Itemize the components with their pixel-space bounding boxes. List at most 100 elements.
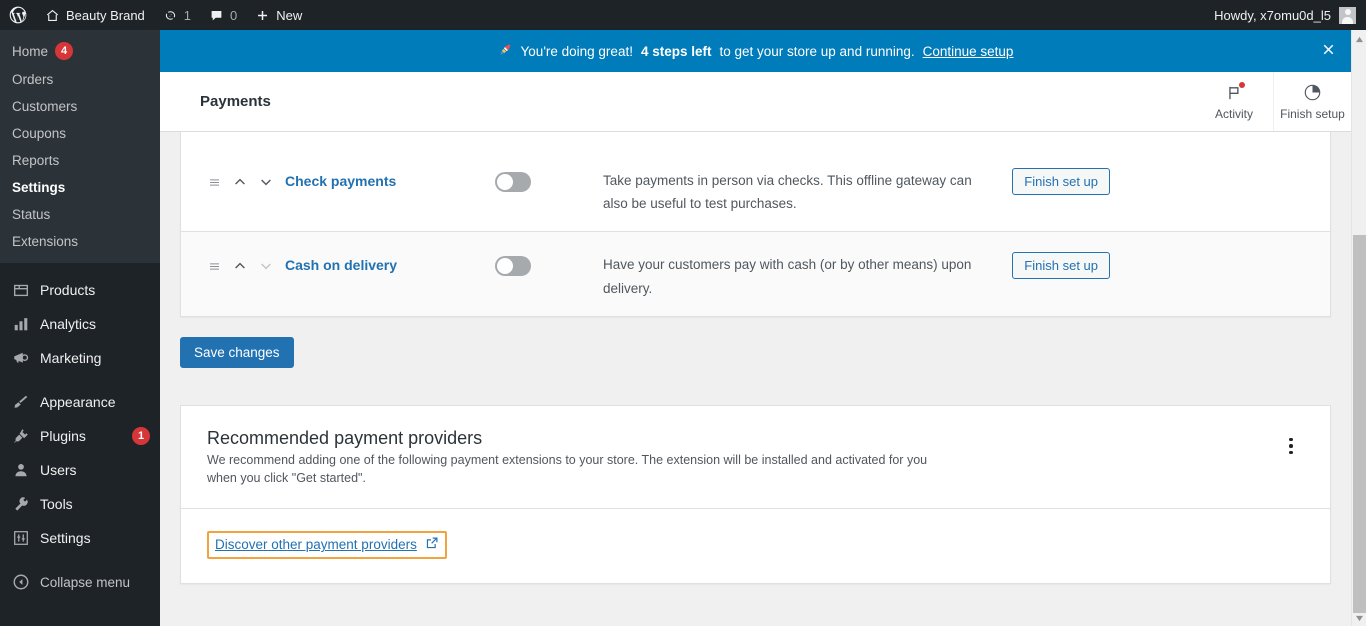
rocket-icon xyxy=(498,42,513,60)
page-header: Payments Activity Finish setup xyxy=(160,72,1351,132)
drag-handle-icon[interactable] xyxy=(207,259,222,274)
megaphone-icon xyxy=(11,348,31,368)
progress-pie-icon xyxy=(1303,83,1322,103)
new-content-menu[interactable]: New xyxy=(246,0,311,30)
howdy-label: Howdy, x7omu0d_l5 xyxy=(1214,7,1331,23)
finish-setup-button[interactable]: Finish setup xyxy=(1273,72,1351,131)
comments-menu[interactable]: 0 xyxy=(200,0,246,30)
flag-icon xyxy=(1225,81,1245,103)
scroll-down-arrow-icon[interactable] xyxy=(1352,611,1366,625)
discover-other-providers-link[interactable]: Discover other payment providers xyxy=(207,531,447,560)
payment-method-description: Take payments in person via checks. This… xyxy=(603,173,972,212)
payment-method-link[interactable]: Check payments xyxy=(285,164,495,189)
scrollbar-thumb[interactable] xyxy=(1353,235,1366,613)
sidebar-item-settings-woocommerce[interactable]: Settings xyxy=(0,174,160,201)
comment-bubble-icon xyxy=(209,8,224,23)
sidebar-item-label: Customers xyxy=(12,99,78,114)
sidebar-item-label: Analytics xyxy=(40,316,97,332)
finish-setup-row-button[interactable]: Finish set up xyxy=(1012,252,1110,280)
recommended-title: Recommended payment providers xyxy=(207,427,483,448)
status-badge: 4 xyxy=(55,42,74,60)
close-icon xyxy=(1320,41,1337,61)
chevron-down-icon[interactable] xyxy=(258,174,274,190)
table-row: Check payments Take payments in person v… xyxy=(181,148,1330,231)
toggle-knob xyxy=(497,174,513,190)
menu-separator xyxy=(0,263,160,273)
more-options-button[interactable] xyxy=(1276,428,1306,488)
sidebar-item-label: Extensions xyxy=(12,234,79,249)
chevron-up-icon[interactable] xyxy=(232,174,248,190)
sidebar-item-settings[interactable]: Settings xyxy=(0,521,160,555)
home-icon xyxy=(45,8,60,23)
updates-icon xyxy=(163,8,178,23)
toggle-knob xyxy=(497,258,513,275)
drag-handle-icon[interactable] xyxy=(207,175,222,190)
woocommerce-submenu: Home 4 Orders Customers Coupons Reports … xyxy=(0,30,160,263)
recommended-card-text: Recommended payment providers We recomme… xyxy=(207,428,1276,488)
finish-setup-row-button[interactable]: Finish set up xyxy=(1012,168,1110,195)
payment-method-link[interactable]: Cash on delivery xyxy=(285,248,495,273)
sidebar-item-customers[interactable]: Customers xyxy=(0,93,160,120)
wp-logo-menu[interactable] xyxy=(0,0,36,30)
sidebar-item-extensions[interactable]: Extensions xyxy=(0,228,160,255)
paintbrush-icon xyxy=(11,392,31,412)
site-name-menu[interactable]: Beauty Brand xyxy=(36,0,154,30)
sidebar-item-label: Reports xyxy=(12,153,60,168)
discover-link-label: Discover other payment providers xyxy=(215,537,417,553)
sidebar-item-plugins[interactable]: Plugins 1 xyxy=(0,419,160,453)
sidebar-item-orders[interactable]: Orders xyxy=(0,66,160,93)
status-badge: 1 xyxy=(132,427,150,445)
sidebar-item-analytics[interactable]: Analytics xyxy=(0,307,160,341)
updates-count: 1 xyxy=(183,7,192,23)
admin-sidebar-menu: Home 4 Orders Customers Coupons Reports … xyxy=(0,30,160,626)
sidebar-item-coupons[interactable]: Coupons xyxy=(0,120,160,147)
user-icon xyxy=(11,460,31,480)
sidebar-item-users[interactable]: Users xyxy=(0,453,160,487)
banner-lead-text: You're doing great! xyxy=(520,43,633,59)
sidebar-item-label: Products xyxy=(40,282,96,298)
avatar xyxy=(1339,6,1356,24)
sidebar-item-label: Marketing xyxy=(40,350,102,366)
sliders-icon xyxy=(11,528,31,548)
sidebar-item-home[interactable]: Home 4 xyxy=(0,36,160,66)
scroll-up-arrow-icon[interactable] xyxy=(1352,32,1366,46)
save-changes-button[interactable]: Save changes xyxy=(180,336,294,368)
dismiss-banner-button[interactable] xyxy=(1315,38,1341,64)
payment-toggle-cell xyxy=(495,248,603,277)
save-changes-area: Save changes xyxy=(160,317,1351,368)
continue-setup-link[interactable]: Continue setup xyxy=(923,44,1014,59)
page-scrollbar[interactable] xyxy=(1351,30,1366,626)
enable-payment-toggle[interactable] xyxy=(495,256,531,277)
payment-action-cell: Finish set up xyxy=(998,248,1110,280)
chevron-up-icon[interactable] xyxy=(232,258,248,274)
my-account-menu[interactable]: Howdy, x7omu0d_l5 xyxy=(1214,6,1366,24)
bar-chart-icon xyxy=(11,314,31,334)
more-options-icon xyxy=(1289,437,1293,455)
sidebar-item-tools[interactable]: Tools xyxy=(0,487,160,521)
enable-payment-toggle[interactable] xyxy=(495,172,531,192)
collapse-menu-button[interactable]: Collapse menu xyxy=(0,565,160,599)
wp-admin-bar: Beauty Brand 1 0 New Howdy, x7omu0d_l5 xyxy=(0,0,1366,30)
header-button-label: Finish setup xyxy=(1280,106,1345,121)
payment-gateways-card: Check payments Take payments in person v… xyxy=(180,132,1331,317)
sidebar-item-marketing[interactable]: Marketing xyxy=(0,341,160,375)
sidebar-item-label: Plugins xyxy=(40,428,86,444)
wordpress-logo-icon xyxy=(8,5,28,25)
recommended-card-header: Recommended payment providers We recomme… xyxy=(181,406,1330,509)
comments-count: 0 xyxy=(230,7,238,23)
activity-panel-button[interactable]: Activity xyxy=(1195,72,1273,131)
header-actions: Activity Finish setup xyxy=(1195,72,1351,131)
table-row: Cash on delivery Have your customers pay… xyxy=(181,231,1330,316)
menu-separator xyxy=(0,375,160,385)
products-box-icon xyxy=(11,280,31,300)
sidebar-item-reports[interactable]: Reports xyxy=(0,147,160,174)
sidebar-item-status[interactable]: Status xyxy=(0,201,160,228)
banner-steps-left: 4 steps left xyxy=(640,43,712,59)
page-content: Check payments Take payments in person v… xyxy=(160,132,1351,626)
external-link-icon xyxy=(425,536,439,553)
plug-icon xyxy=(11,426,31,446)
sidebar-item-products[interactable]: Products xyxy=(0,273,160,307)
updates-menu[interactable]: 1 xyxy=(154,0,200,30)
sidebar-item-appearance[interactable]: Appearance xyxy=(0,385,160,419)
sidebar-item-label: Users xyxy=(40,462,77,478)
